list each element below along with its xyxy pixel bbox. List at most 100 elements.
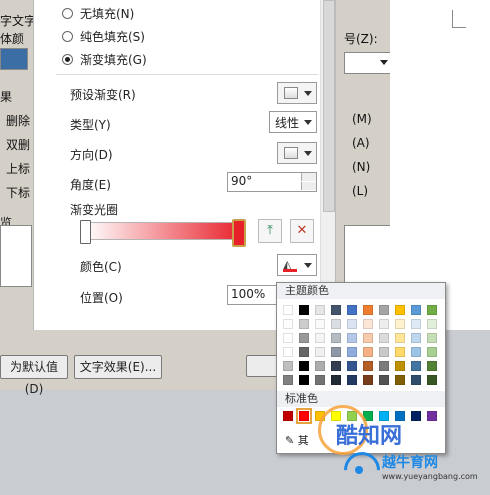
theme-color-swatch[interactable] — [283, 333, 293, 343]
gradient-fill-label[interactable]: 渐变填充(G) — [80, 51, 147, 68]
theme-color-swatch[interactable] — [395, 375, 405, 385]
bg-label-m[interactable]: (M) — [352, 112, 372, 126]
size-select[interactable] — [344, 52, 392, 74]
color-dropdown[interactable]: ◭ — [277, 254, 317, 276]
panel-scrollbar[interactable] — [320, 0, 335, 330]
theme-color-swatch[interactable] — [379, 319, 389, 329]
theme-color-swatch[interactable] — [331, 347, 341, 357]
theme-color-swatch[interactable] — [379, 347, 389, 357]
theme-color-swatch[interactable] — [363, 333, 373, 343]
theme-color-swatch[interactable] — [283, 347, 293, 357]
gradient-stop-end[interactable] — [232, 219, 246, 247]
standard-color-swatch[interactable] — [411, 411, 421, 421]
theme-color-swatch[interactable] — [347, 333, 357, 343]
theme-color-swatch[interactable] — [363, 305, 373, 315]
theme-color-swatch[interactable] — [427, 305, 437, 315]
theme-color-swatch[interactable] — [363, 347, 373, 357]
solid-fill-label[interactable]: 纯色填充(S) — [80, 28, 145, 45]
theme-color-swatch[interactable] — [315, 319, 325, 329]
theme-color-swatch[interactable] — [347, 375, 357, 385]
standard-color-swatch[interactable] — [283, 411, 293, 421]
standard-color-swatch[interactable] — [427, 411, 437, 421]
theme-color-swatch[interactable] — [331, 333, 341, 343]
theme-color-swatch[interactable] — [411, 347, 421, 357]
theme-color-swatch[interactable] — [411, 319, 421, 329]
bg-label-subscript[interactable]: 下标 — [6, 184, 30, 201]
bg-label-l[interactable]: (L) — [352, 184, 368, 198]
theme-color-swatch[interactable] — [283, 361, 293, 371]
theme-color-swatch[interactable] — [315, 361, 325, 371]
theme-color-swatch[interactable] — [363, 375, 373, 385]
theme-color-swatch[interactable] — [411, 333, 421, 343]
preset-gradient-dropdown[interactable] — [277, 82, 317, 104]
theme-color-swatch[interactable] — [315, 333, 325, 343]
theme-color-swatch[interactable] — [347, 347, 357, 357]
theme-color-swatch[interactable] — [411, 361, 421, 371]
spin-up-icon[interactable] — [301, 173, 316, 181]
theme-color-swatch[interactable] — [299, 361, 309, 371]
spin-down-icon[interactable] — [301, 182, 316, 190]
more-colors-item[interactable]: ✎ 其 — [285, 432, 309, 448]
theme-color-swatch[interactable] — [427, 319, 437, 329]
theme-color-swatch[interactable] — [299, 319, 309, 329]
set-default-button[interactable]: 为默认值(D) — [0, 355, 68, 396]
chevron-down-icon — [304, 91, 312, 96]
theme-color-swatch[interactable] — [411, 305, 421, 315]
no-fill-radio[interactable] — [62, 8, 73, 19]
theme-color-swatch[interactable] — [379, 361, 389, 371]
theme-color-swatch[interactable] — [427, 361, 437, 371]
gradient-stops-bar[interactable] — [84, 222, 244, 240]
type-select[interactable]: 线性 — [269, 111, 317, 133]
theme-color-swatch[interactable] — [395, 305, 405, 315]
text-effects-button[interactable]: 文字效果(E)... — [74, 355, 162, 379]
theme-color-swatch[interactable] — [379, 305, 389, 315]
add-stop-button[interactable]: ⤒ — [258, 219, 282, 243]
bg-label-strike[interactable]: 删除 — [6, 112, 30, 129]
bg-label-n[interactable]: (N) — [352, 160, 370, 174]
theme-color-swatch[interactable] — [283, 375, 293, 385]
theme-color-swatch[interactable] — [299, 375, 309, 385]
theme-color-swatch[interactable] — [395, 333, 405, 343]
theme-color-swatch[interactable] — [395, 361, 405, 371]
standard-color-swatch[interactable] — [296, 408, 312, 424]
watermark-brand: 酷知网 — [336, 424, 403, 449]
scrollbar-thumb[interactable] — [323, 0, 335, 212]
theme-color-swatch[interactable] — [379, 375, 389, 385]
remove-stop-button[interactable]: ✕ — [290, 219, 314, 243]
theme-color-swatch[interactable] — [347, 305, 357, 315]
theme-color-swatch[interactable] — [299, 305, 309, 315]
theme-color-swatch[interactable] — [411, 375, 421, 385]
theme-color-swatch[interactable] — [299, 333, 309, 343]
theme-color-swatch[interactable] — [347, 361, 357, 371]
bg-label-a[interactable]: (A) — [352, 136, 370, 150]
theme-color-swatch[interactable] — [331, 319, 341, 329]
theme-color-swatch[interactable] — [363, 319, 373, 329]
bg-label-superscript[interactable]: 上标 — [6, 160, 30, 177]
direction-dropdown[interactable] — [277, 142, 317, 164]
theme-color-swatch[interactable] — [427, 333, 437, 343]
theme-color-swatch[interactable] — [395, 347, 405, 357]
theme-color-swatch[interactable] — [395, 319, 405, 329]
theme-color-swatch[interactable] — [331, 361, 341, 371]
bg-label-double-strike[interactable]: 双删 — [6, 136, 30, 153]
theme-color-swatch[interactable] — [427, 375, 437, 385]
angle-spinner[interactable]: 90° — [227, 172, 317, 192]
theme-color-swatch[interactable] — [283, 319, 293, 329]
wifi-logo-icon — [336, 444, 388, 495]
no-fill-label[interactable]: 无填充(N) — [80, 5, 134, 22]
theme-color-swatch[interactable] — [299, 347, 309, 357]
theme-color-swatch[interactable] — [283, 305, 293, 315]
theme-color-swatch[interactable] — [315, 305, 325, 315]
solid-fill-radio[interactable] — [62, 31, 73, 42]
gradient-fill-radio[interactable] — [62, 54, 73, 65]
theme-color-swatch[interactable] — [379, 333, 389, 343]
theme-color-swatch[interactable] — [363, 361, 373, 371]
position-spinner[interactable]: 100% — [227, 285, 279, 305]
theme-color-swatch[interactable] — [315, 347, 325, 357]
theme-color-swatch[interactable] — [427, 347, 437, 357]
theme-color-swatch[interactable] — [331, 305, 341, 315]
theme-color-swatch[interactable] — [331, 375, 341, 385]
theme-color-swatch[interactable] — [315, 375, 325, 385]
gradient-stop-start[interactable] — [80, 220, 91, 244]
theme-color-swatch[interactable] — [347, 319, 357, 329]
